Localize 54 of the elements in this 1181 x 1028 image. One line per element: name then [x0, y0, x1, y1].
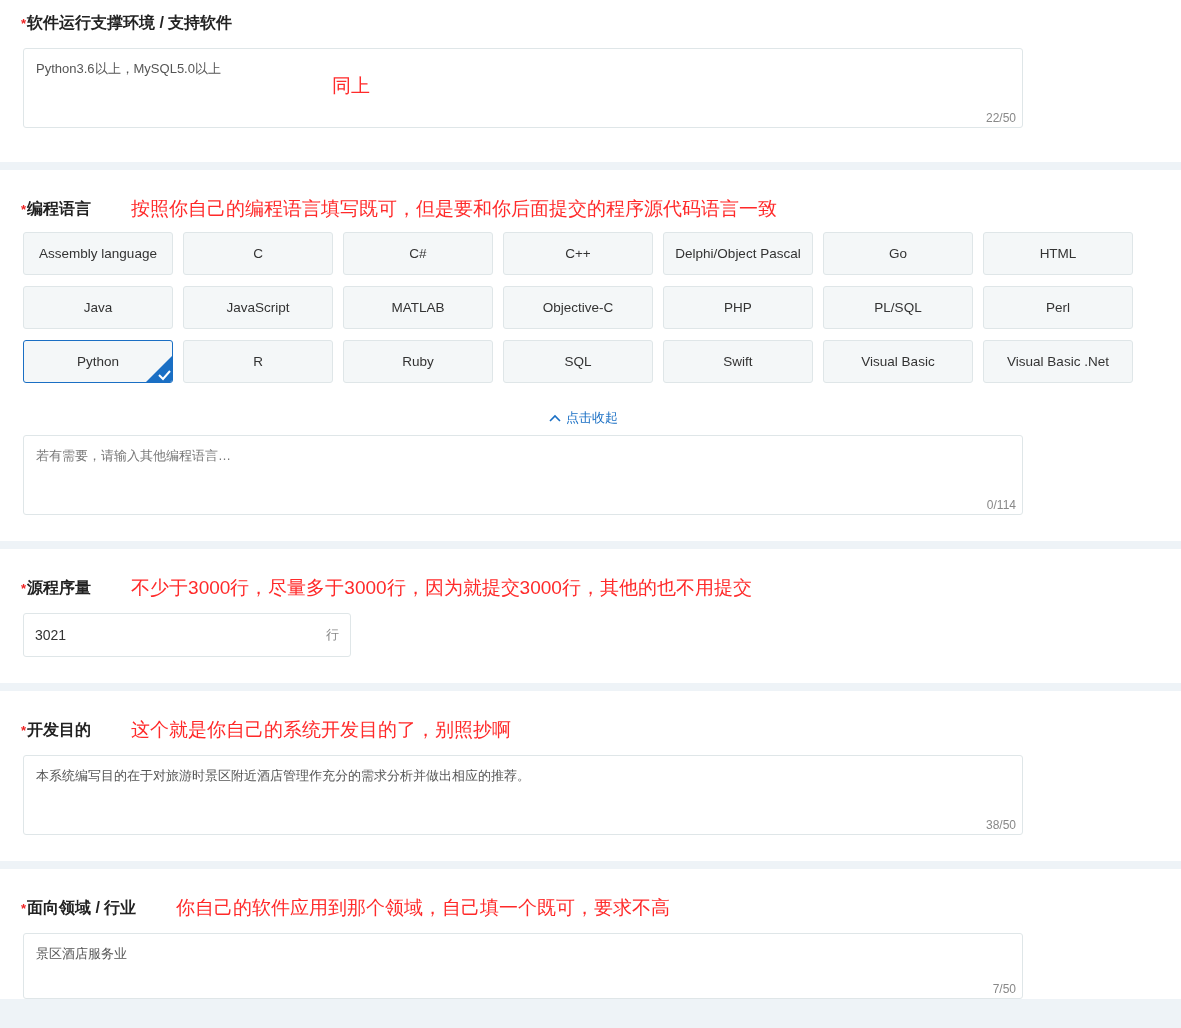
annotation-text: 你自己的软件应用到那个领域，自己填一个既可，要求不高 — [176, 896, 671, 920]
text-area[interactable]: 若有需要，请输入其他编程语言… 0/114 — [23, 435, 1023, 515]
annotation-text: 按照你自己的编程语言填写既可，但是要和你后面提交的程序源代码语言一致 — [131, 197, 778, 221]
required-mark: * — [21, 580, 27, 596]
language-option[interactable]: Swift — [663, 340, 813, 383]
field-value: 本系统编写目的在于对旅游时景区附近酒店管理作充分的需求分析并做出相应的推荐。 — [36, 767, 530, 785]
language-option[interactable]: R — [183, 340, 333, 383]
collapse-link[interactable]: 点击收起 — [548, 409, 618, 427]
number-input[interactable]: 3021 行 — [23, 613, 351, 657]
label-text: 面向领域 / 行业 — [27, 897, 137, 918]
language-option[interactable]: Go — [823, 232, 973, 275]
language-option[interactable]: C++ — [503, 232, 653, 275]
language-option[interactable]: Perl — [983, 286, 1133, 329]
language-option[interactable]: PL/SQL — [823, 286, 973, 329]
annotation-text: 同上 — [332, 74, 370, 98]
language-option[interactable]: Visual Basic — [823, 340, 973, 383]
label-text: 开发目的 — [27, 719, 92, 740]
language-option[interactable]: C — [183, 232, 333, 275]
language-option[interactable]: Python — [23, 340, 173, 383]
required-mark: * — [21, 722, 27, 738]
annotation-text: 不少于3000行，尽量多于3000行，因为就提交3000行，其他的也不用提交 — [131, 576, 752, 600]
field-value: Python3.6以上，MySQL5.0以上 — [36, 60, 221, 78]
text-area[interactable]: 景区酒店服务业 7/50 — [23, 933, 1023, 999]
annotation-text: 这个就是你自己的系统开发目的了，别照抄啊 — [131, 718, 512, 742]
required-mark: * — [21, 201, 27, 217]
language-option[interactable]: SQL — [503, 340, 653, 383]
language-option[interactable]: C# — [343, 232, 493, 275]
field-value: 3021 — [35, 627, 67, 643]
required-mark: * — [21, 15, 27, 31]
field-value: 景区酒店服务业 — [36, 945, 127, 963]
language-option[interactable]: PHP — [663, 286, 813, 329]
character-counter: 0/114 — [986, 498, 1016, 512]
character-counter: 7/50 — [992, 982, 1016, 996]
language-option[interactable]: Assembly language — [23, 232, 173, 275]
placeholder-text: 若有需要，请输入其他编程语言… — [36, 447, 231, 465]
character-counter: 22/50 — [985, 111, 1016, 125]
label-text: 软件运行支撑环境 / 支持软件 — [27, 12, 233, 33]
language-option[interactable]: Delphi/Object Pascal — [663, 232, 813, 275]
language-option[interactable]: Objective-C — [503, 286, 653, 329]
check-corner-icon — [146, 356, 172, 382]
character-counter: 38/50 — [985, 818, 1016, 832]
text-area[interactable]: 本系统编写目的在于对旅游时景区附近酒店管理作充分的需求分析并做出相应的推荐。 38/50 — [23, 755, 1023, 835]
language-option[interactable]: Visual Basic .Net — [983, 340, 1133, 383]
text-area[interactable]: Python3.6以上，MySQL5.0以上 22/50 同上 — [23, 48, 1023, 128]
language-option[interactable]: Ruby — [343, 340, 493, 383]
label-text: 编程语言 — [27, 198, 92, 219]
chevron-up-icon — [548, 414, 561, 422]
language-option[interactable]: MATLAB — [343, 286, 493, 329]
required-mark: * — [21, 900, 27, 916]
label-text: 源程序量 — [27, 577, 92, 598]
language-option[interactable]: JavaScript — [183, 286, 333, 329]
language-option[interactable]: HTML — [983, 232, 1133, 275]
language-option[interactable]: Java — [23, 286, 173, 329]
unit-suffix: 行 — [326, 626, 339, 644]
